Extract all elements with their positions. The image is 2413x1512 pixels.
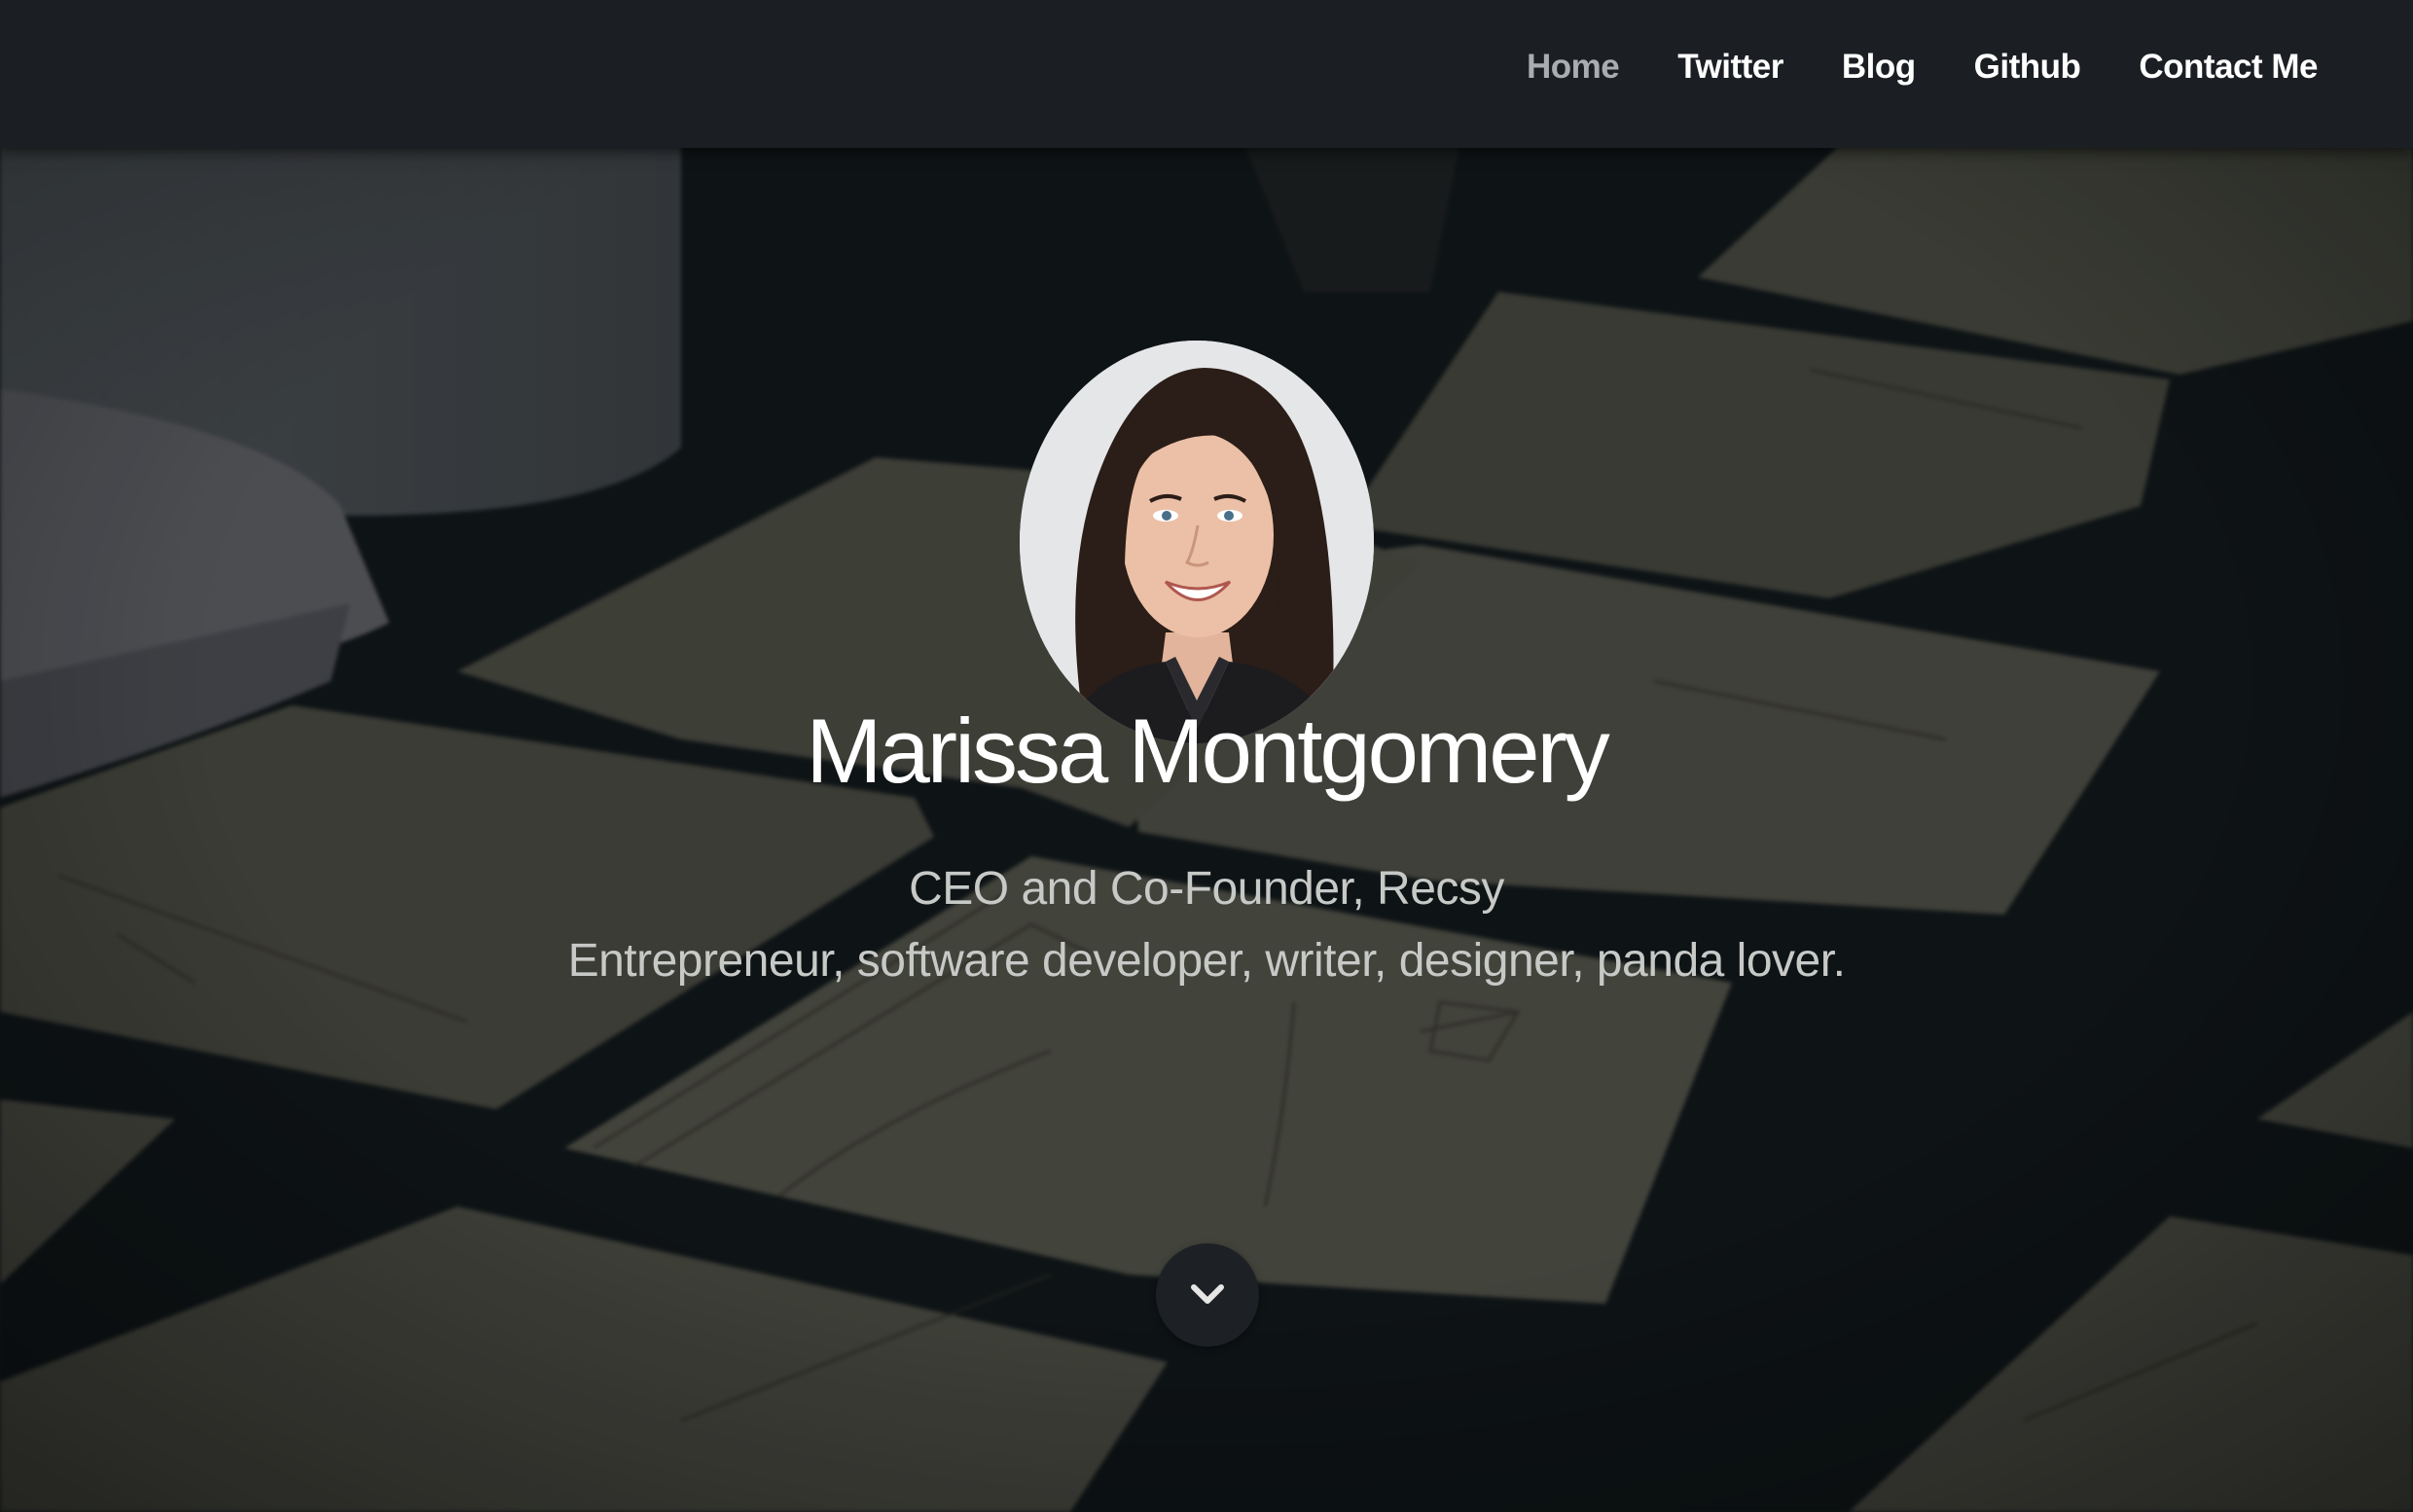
profile-photo — [1020, 341, 1374, 743]
nav-link-github[interactable]: Github — [1974, 45, 2081, 90]
profile-bio: Entrepreneur, software developer, writer… — [567, 935, 1846, 987]
nav-item-home: Home — [1468, 45, 1620, 90]
nav-link-twitter[interactable]: Twitter — [1677, 45, 1783, 90]
nav-link-home[interactable]: Home — [1527, 45, 1620, 90]
chevron-down-icon — [1191, 1284, 1224, 1304]
top-navbar: Home Twitter Blog Github Contact Me — [0, 0, 2413, 148]
nav-item-github: Github — [1916, 45, 2081, 90]
profile-avatar — [1020, 341, 1374, 743]
nav-item-blog: Blog — [1783, 45, 1916, 90]
nav-item-twitter: Twitter — [1619, 45, 1783, 90]
profile-title: CEO and Co-Founder, Recsy — [909, 863, 1504, 915]
nav-item-contact: Contact Me — [2080, 45, 2318, 90]
nav-link-blog[interactable]: Blog — [1842, 45, 1916, 90]
nav-menu: Home Twitter Blog Github Contact Me — [1468, 45, 2319, 90]
page: Home Twitter Blog Github Contact Me Mari… — [0, 0, 2413, 1512]
scroll-down-button[interactable] — [1156, 1243, 1259, 1347]
profile-name: Marissa Montgomery — [806, 700, 1610, 802]
nav-link-contact-me[interactable]: Contact Me — [2139, 45, 2318, 90]
